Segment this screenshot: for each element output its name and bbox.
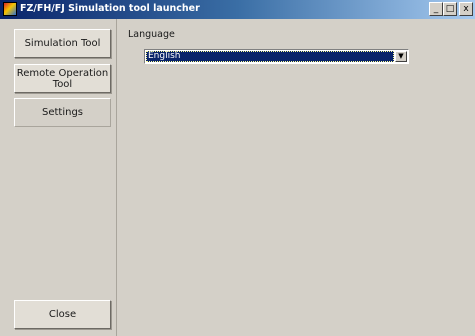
maximize-button[interactable]: □ bbox=[443, 2, 457, 16]
settings-button[interactable]: Settings bbox=[14, 98, 111, 127]
app-icon bbox=[3, 2, 17, 16]
language-select-value[interactable]: English bbox=[146, 51, 394, 62]
chevron-down-icon[interactable]: ▼ bbox=[395, 51, 407, 62]
settings-panel: Language English ▼ bbox=[118, 19, 475, 336]
close-label: Close bbox=[48, 309, 77, 320]
settings-label: Settings bbox=[41, 107, 83, 118]
remote-operation-tool-button[interactable]: Remote Operation Tool bbox=[14, 64, 111, 93]
language-select[interactable]: English ▼ bbox=[144, 49, 409, 64]
remote-operation-tool-label: Remote Operation Tool bbox=[16, 67, 109, 90]
sidebar: Simulation Tool Remote Operation Tool Se… bbox=[0, 19, 117, 336]
minimize-button[interactable]: _ bbox=[429, 2, 443, 16]
simulation-tool-label: Simulation Tool bbox=[24, 38, 101, 49]
close-button[interactable]: Close bbox=[14, 300, 111, 329]
close-window-button[interactable]: x bbox=[459, 2, 473, 16]
window-title: FZ/FH/FJ Simulation tool launcher bbox=[20, 3, 200, 14]
simulation-tool-button[interactable]: Simulation Tool bbox=[14, 29, 111, 58]
title-bar: FZ/FH/FJ Simulation tool launcher _ □ x bbox=[0, 0, 475, 19]
language-label: Language bbox=[128, 29, 175, 40]
